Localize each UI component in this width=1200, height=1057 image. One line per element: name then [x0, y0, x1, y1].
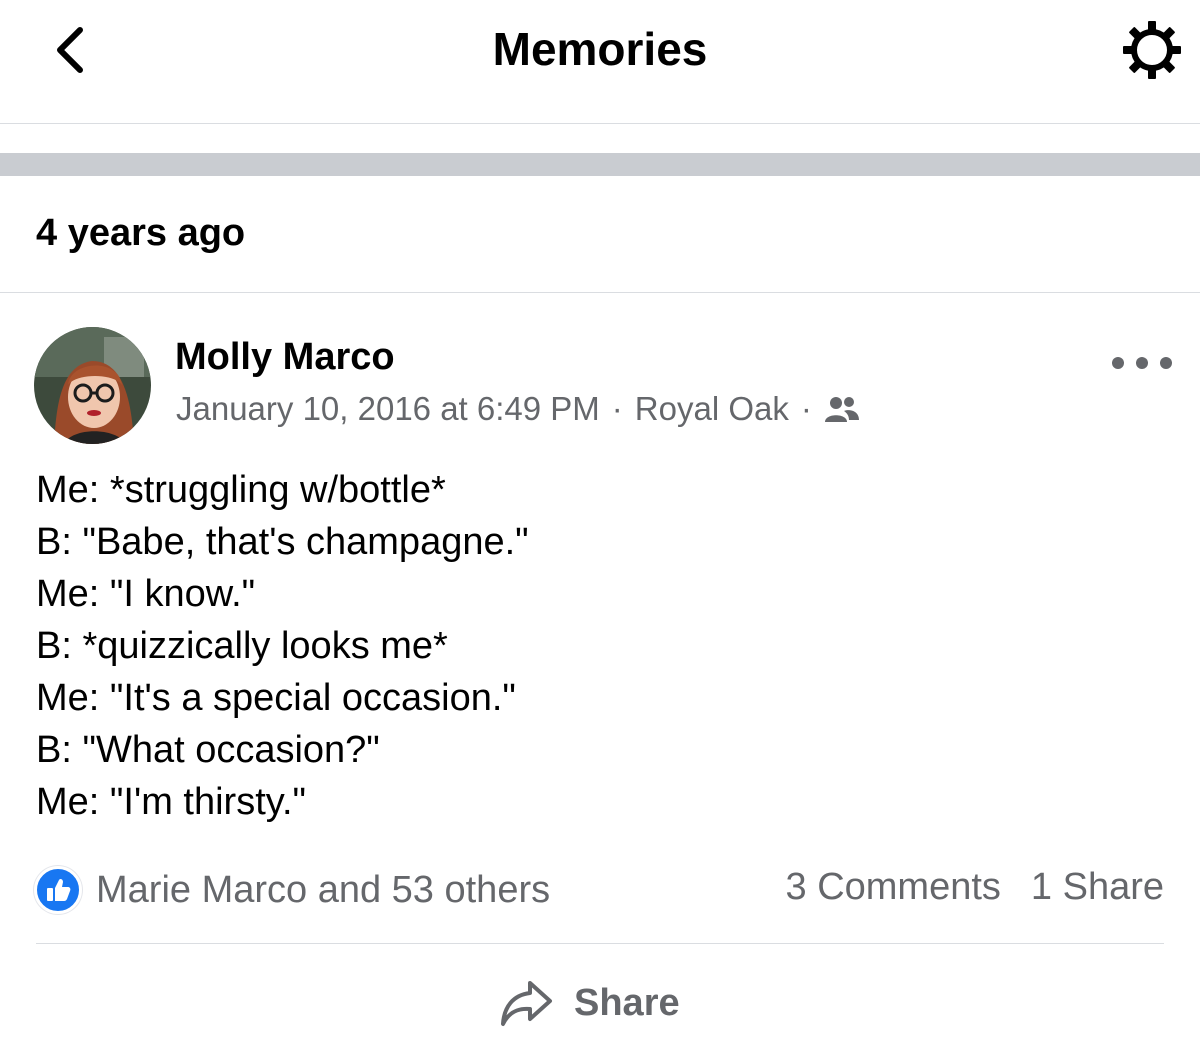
post-line: B: "What occasion?" [36, 729, 380, 771]
engagement-counts: 3 Comments 1 Share [786, 866, 1165, 909]
post-meta: January 10, 2016 at 6:49 PM · Royal Oak … [176, 390, 860, 428]
avatar[interactable] [34, 327, 151, 444]
section-divider-band [0, 153, 1200, 176]
post-timestamp[interactable]: January 10, 2016 at 6:49 PM [176, 390, 600, 428]
friends-icon[interactable] [824, 394, 860, 424]
post-line: Me: "I'm thirsty." [36, 781, 306, 823]
counts-spacer [1001, 866, 1031, 909]
meta-separator: · [611, 390, 623, 427]
more-options-button[interactable] [1112, 348, 1172, 378]
profile-photo [34, 327, 151, 444]
reactions-text: Marie Marco and 53 others [96, 868, 551, 911]
share-button-label: Share [574, 981, 680, 1024]
post-line: B: "Babe, that's champagne." [36, 521, 529, 563]
post-line: Me: *struggling w/bottle* [36, 469, 446, 511]
comments-count[interactable]: 3 Comments [786, 866, 1001, 909]
more-options-icon-dot [1112, 357, 1124, 369]
top-navigation-bar: Memories [0, 0, 1200, 124]
share-button[interactable]: Share [500, 970, 680, 1036]
settings-button[interactable] [1116, 14, 1188, 86]
memory-section-title: 4 years ago [36, 212, 246, 254]
post-line: Me: "It's a special occasion." [36, 677, 516, 719]
shares-count[interactable]: 1 Share [1031, 866, 1164, 909]
post-line: B: *quizzically looks me* [36, 625, 448, 667]
actions-divider [36, 943, 1164, 944]
more-options-icon-dot [1136, 357, 1148, 369]
post-location[interactable]: Royal Oak [635, 390, 789, 428]
post-body: Me: *struggling w/bottle* B: "Babe, that… [36, 464, 529, 828]
more-options-icon-dot [1160, 357, 1172, 369]
reactions-summary[interactable]: Marie Marco and 53 others [34, 866, 550, 914]
gear-icon [1123, 21, 1181, 79]
post-author-name[interactable]: Molly Marco [175, 336, 395, 379]
page-title: Memories [492, 23, 708, 75]
share-icon [501, 981, 552, 1026]
post-line: Me: "I know." [36, 573, 256, 615]
section-divider [0, 292, 1200, 293]
like-reaction-icon [34, 866, 82, 914]
meta-separator: · [800, 390, 812, 427]
